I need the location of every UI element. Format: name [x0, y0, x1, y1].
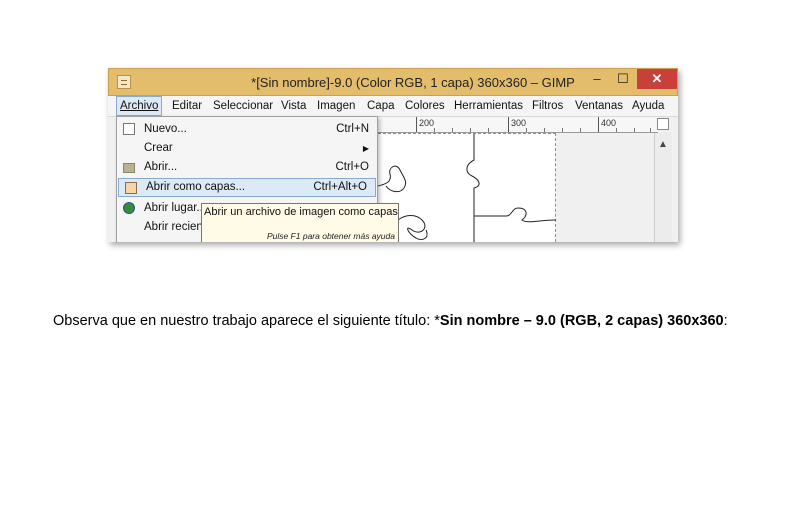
menubar: Archivo Editar Seleccionar Vista Imagen … [108, 96, 678, 117]
menu-archivo[interactable]: Archivo [116, 96, 163, 116]
ruler-minor-tick [488, 128, 489, 132]
menu-item-shortcut: Ctrl+Alt+O [313, 181, 367, 193]
menu-colores[interactable]: Colores [402, 96, 448, 116]
close-button[interactable]: ✕ [637, 69, 677, 89]
open-as-layers-icon [125, 182, 137, 194]
ruler-minor-tick [634, 128, 635, 132]
ruler-minor-tick [434, 128, 435, 132]
submenu-arrow-icon: ▶ [362, 144, 369, 153]
menu-editar[interactable]: Editar [169, 96, 205, 116]
menu-archivo-label: Archivo [120, 100, 159, 112]
ruler-minor-tick [650, 128, 651, 132]
vertical-scrollbar[interactable]: ▲ [654, 133, 672, 242]
tooltip-text: Abrir un archivo de imagen como capas [204, 206, 398, 218]
ruler-minor-tick [452, 128, 453, 132]
ruler-major-tick [416, 117, 417, 132]
menu-item-crear[interactable]: Crear ▶ [117, 139, 377, 158]
menu-item-label: Abrir... [144, 161, 178, 173]
menu-item-label: Crear [144, 142, 173, 154]
menu-vista[interactable]: Vista [278, 96, 309, 116]
menu-item-nuevo[interactable]: Nuevo... Ctrl+N [117, 120, 377, 139]
navigate-icon[interactable] [657, 118, 669, 130]
caption-suffix: : [723, 312, 728, 329]
caption-prefix: Observa que en nuestro trabajo aparece e… [53, 312, 440, 329]
ruler-label-200: 200 [419, 118, 435, 128]
ruler-minor-tick [580, 128, 581, 132]
menu-item-shortcut: Ctrl+O [335, 161, 369, 173]
ruler-minor-tick [616, 128, 617, 132]
tooltip-hint: Pulse F1 para obtener más ayuda [266, 231, 395, 241]
window-titlebar[interactable]: *[Sin nombre]-9.0 (Color RGB, 1 capa) 36… [108, 68, 678, 96]
menu-seleccionar[interactable]: Seleccionar [210, 96, 276, 116]
gimp-screenshot: *[Sin nombre]-9.0 (Color RGB, 1 capa) 36… [108, 68, 678, 242]
image-canvas[interactable] [377, 133, 557, 242]
maximize-button[interactable]: ☐ [611, 69, 635, 89]
ruler-major-tick [598, 117, 599, 132]
ruler-minor-tick [544, 128, 545, 132]
menu-herramientas[interactable]: Herramientas [451, 96, 526, 116]
menu-item-label: Nuevo... [144, 123, 187, 135]
menu-item-shortcut: Ctrl+N [336, 123, 369, 135]
puzzle-outline [377, 134, 557, 242]
menu-filtros[interactable]: Filtros [529, 96, 566, 116]
menu-item-abrir[interactable]: Abrir... Ctrl+O [117, 158, 377, 177]
ruler-minor-tick [562, 128, 563, 132]
menu-ventanas[interactable]: Ventanas [572, 96, 626, 116]
globe-icon [123, 202, 135, 214]
menu-ayuda[interactable]: Ayuda [629, 96, 667, 116]
menu-item-label: Abrir como capas... [146, 181, 246, 193]
menu-item-label: Abrir recien [144, 221, 203, 233]
ruler-label-300: 300 [511, 118, 527, 128]
menu-item-label: Abrir lugar... [144, 202, 206, 214]
minimize-button[interactable]: – [585, 69, 609, 89]
menu-imagen[interactable]: Imagen [314, 96, 358, 116]
tooltip: Abrir un archivo de imagen como capas Pu… [201, 203, 399, 242]
menu-capa[interactable]: Capa [364, 96, 398, 116]
menu-item-abrir-como-capas[interactable]: Abrir como capas... Ctrl+Alt+O [118, 178, 376, 197]
canvas-area[interactable] [377, 133, 654, 242]
horizontal-ruler[interactable]: 200 300 400 [378, 117, 658, 133]
ruler-minor-tick [526, 128, 527, 132]
ruler-minor-tick [470, 128, 471, 132]
ruler-major-tick [508, 117, 509, 132]
new-document-icon [123, 123, 135, 135]
folder-icon [123, 163, 135, 173]
ruler-label-400: 400 [601, 118, 617, 128]
scroll-up-arrow-icon[interactable]: ▲ [658, 139, 668, 150]
caption-paragraph: Observa que en nuestro trabajo aparece e… [53, 311, 755, 332]
caption-bold-title: Sin nombre – 9.0 (RGB, 2 capas) 360x360 [439, 312, 724, 329]
